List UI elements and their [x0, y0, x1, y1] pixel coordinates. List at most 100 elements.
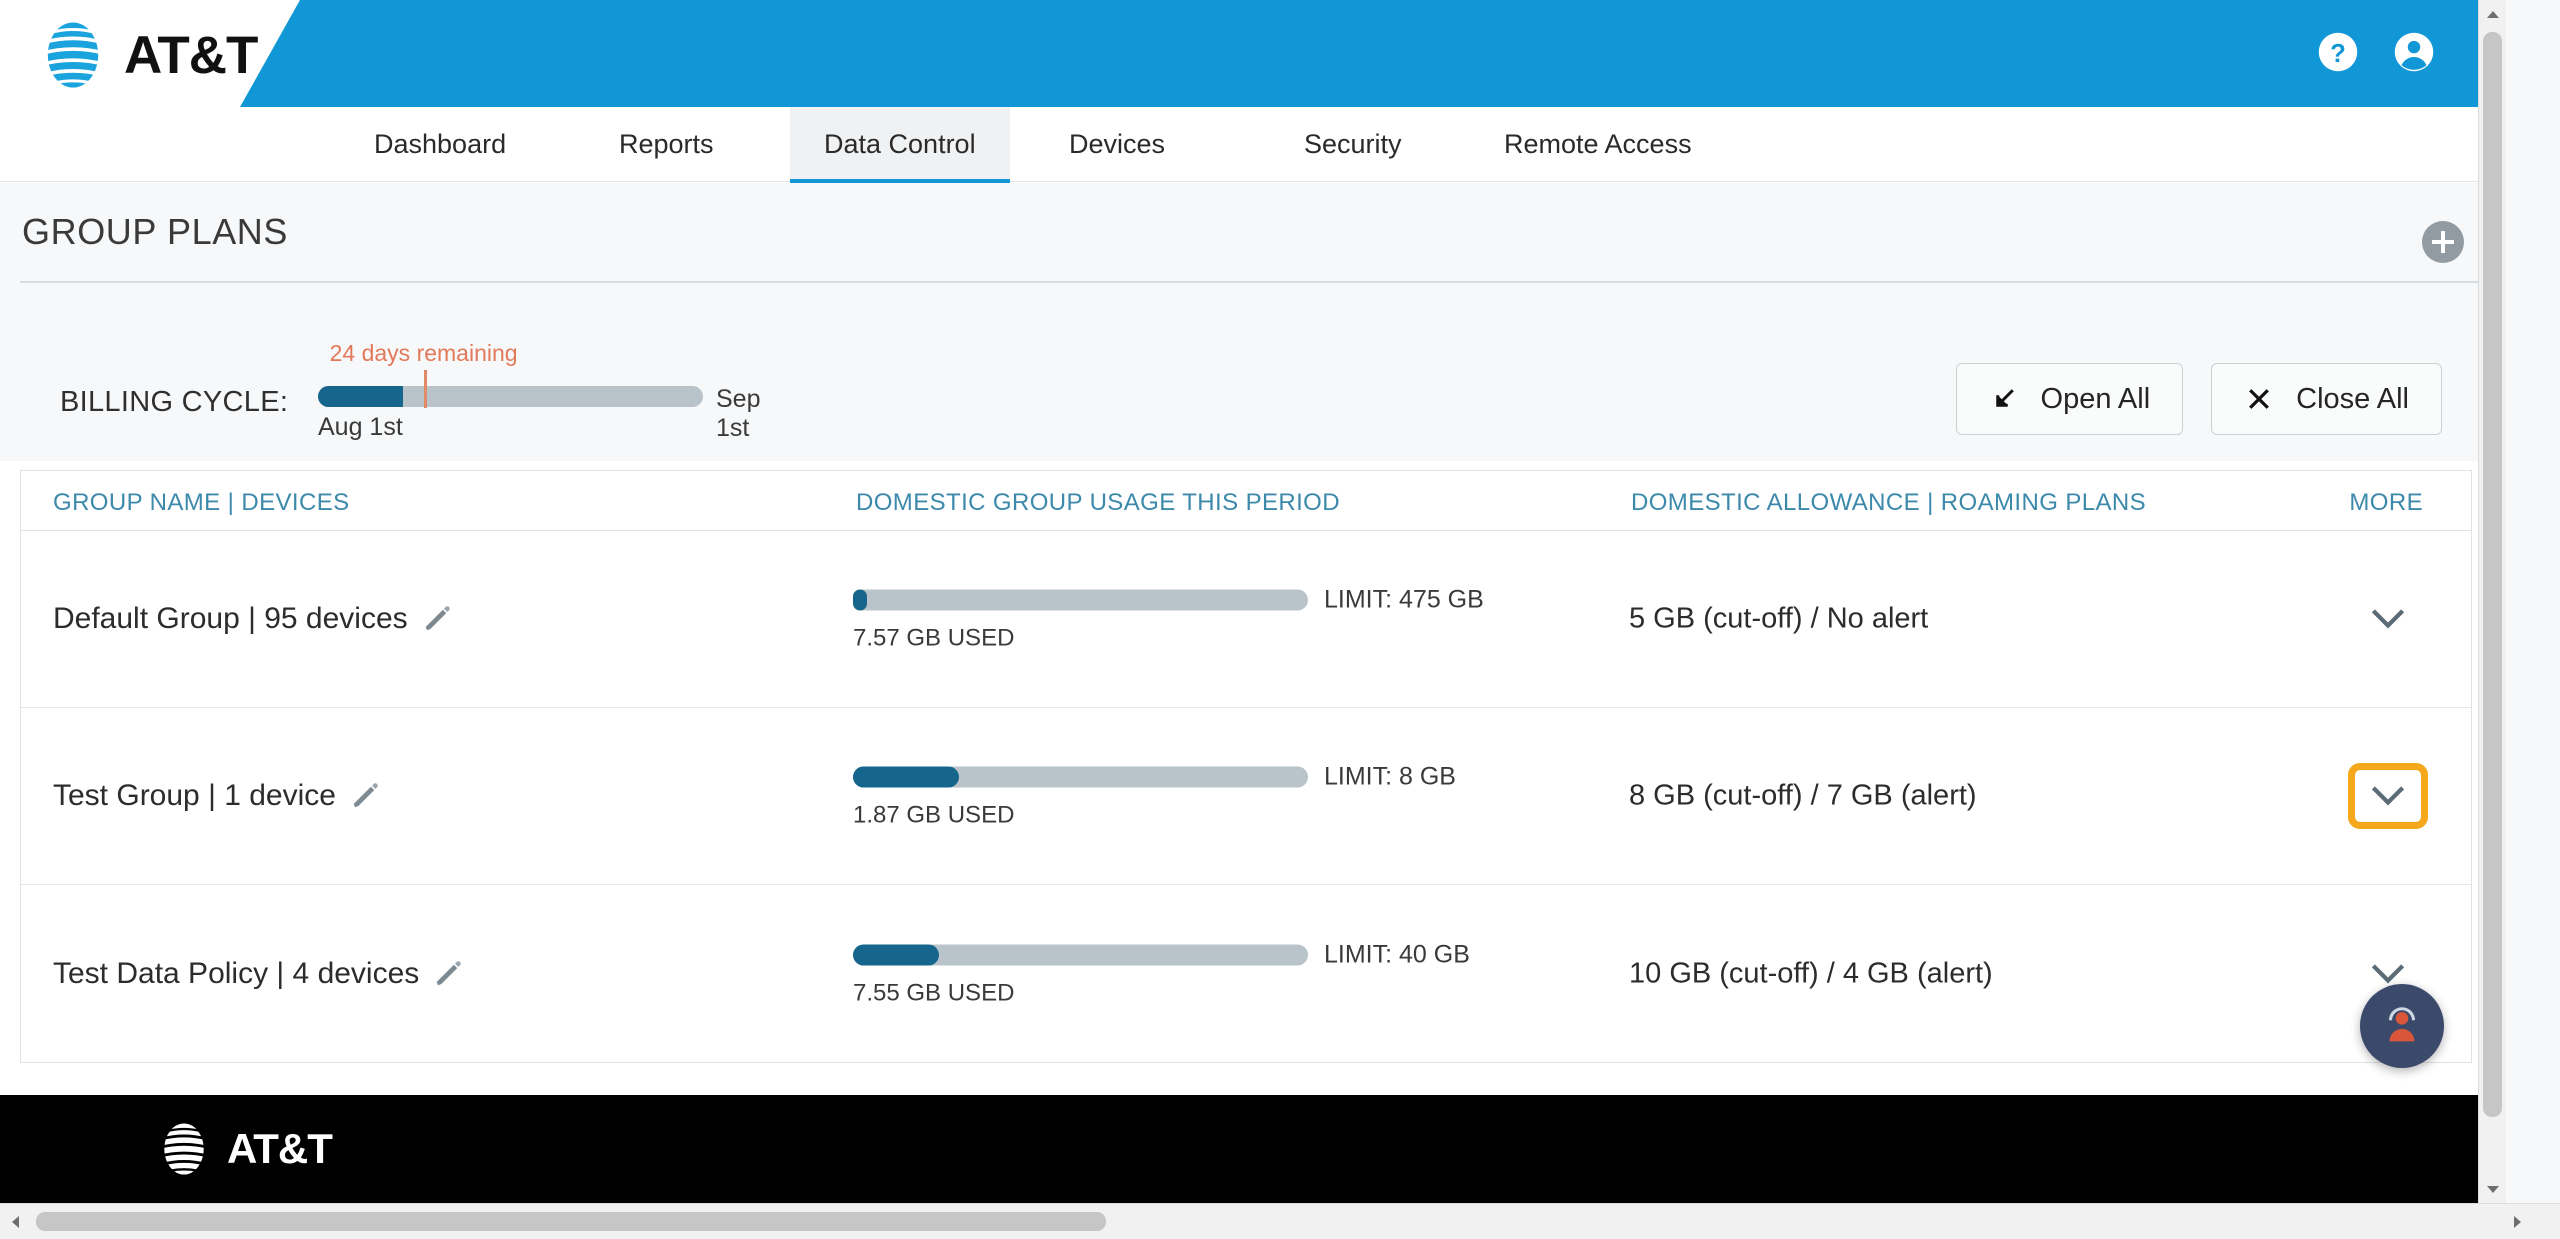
arrow-down-left-icon: [1995, 389, 2014, 407]
vertical-scrollbar-thumb[interactable]: [2483, 32, 2502, 1117]
scroll-right-arrow-icon: [2513, 1215, 2521, 1228]
usage-limit-label: LIMIT: 40 GB: [1324, 940, 1470, 968]
tab-devices[interactable]: Devices: [1035, 107, 1199, 182]
help-circle-icon[interactable]: ?: [2316, 30, 2360, 74]
column-header-group-name: GROUP NAME | DEVICES: [53, 489, 350, 516]
pencil-edit-icon[interactable]: [433, 959, 463, 989]
billing-cycle-progress: 24 days remaining Aug 1st Sep 1st: [318, 340, 798, 453]
tab-remote-access[interactable]: Remote Access: [1470, 107, 1726, 182]
billing-end-date: Sep 1st: [716, 385, 761, 442]
group-plans-table: GROUP NAME | DEVICES DOMESTIC GROUP USAG…: [20, 470, 2472, 1063]
vertical-scrollbar[interactable]: [2478, 0, 2506, 1203]
usage-progress-track: [853, 589, 1308, 611]
open-all-label: Open All: [2040, 382, 2151, 415]
close-all-button[interactable]: Close All: [2211, 363, 2442, 435]
tab-data-control[interactable]: Data Control: [790, 107, 1010, 200]
tab-label: Dashboard: [374, 129, 507, 159]
page-title: GROUP PLANS: [22, 211, 289, 252]
app-header: AT&T ?: [0, 0, 2506, 107]
usage-used-label: 7.57 GB USED: [853, 624, 1015, 652]
scroll-left-arrow-icon: [11, 1215, 19, 1228]
chevron-down-icon: [2371, 609, 2405, 629]
page-footer: AT&T: [0, 1095, 2506, 1203]
row-expand-button[interactable]: [2348, 763, 2428, 829]
tab-dashboard[interactable]: Dashboard: [340, 107, 540, 182]
table-header-row: GROUP NAME | DEVICES DOMESTIC GROUP USAG…: [21, 471, 2471, 531]
usage-limit-label: LIMIT: 8 GB: [1324, 762, 1456, 791]
horizontal-scrollbar-thumb[interactable]: [36, 1212, 1106, 1231]
column-header-allowance: DOMESTIC ALLOWANCE | ROAMING PLANS: [1631, 489, 2147, 516]
svg-text:?: ?: [2330, 40, 2346, 68]
tab-label: Remote Access: [1504, 129, 1692, 159]
header-blue-banner: [240, 0, 2506, 107]
title-divider: [20, 281, 2486, 283]
account-circle-icon[interactable]: [2392, 30, 2436, 74]
usage-cell: LIMIT: 8 GB 1.87 GB USED: [853, 763, 1493, 830]
open-all-button[interactable]: Open All: [1955, 363, 2184, 435]
footer-att-logo: AT&T: [155, 1120, 333, 1178]
att-logo[interactable]: AT&T: [36, 18, 258, 92]
scroll-down-arrow-icon: [2486, 1185, 2499, 1193]
allowance-cell: 5 GB (cut-off) / No alert: [1629, 602, 1929, 635]
app-page: AT&T ? Dashboard Reports Data Control De…: [0, 0, 2506, 1203]
allowance-cell: 10 GB (cut-off) / 4 GB (alert): [1629, 957, 1993, 989]
tab-label: Reports: [619, 129, 714, 159]
group-name-label: Default Group | 95 devices: [53, 602, 408, 635]
usage-used-label: 7.55 GB USED: [853, 979, 1015, 1006]
chevron-down-icon: [2371, 963, 2405, 983]
tab-label: Security: [1304, 129, 1402, 159]
att-globe-icon: [36, 18, 110, 92]
usage-progress-fill: [853, 589, 867, 611]
scroll-left-button[interactable]: [0, 1204, 30, 1239]
table-row: Default Group | 95 devices LIMIT: 475 GB…: [21, 531, 2471, 708]
close-all-label: Close All: [2296, 382, 2409, 415]
att-logo-text: AT&T: [124, 25, 258, 85]
scroll-down-button[interactable]: [2479, 1175, 2506, 1203]
column-header-more: MORE: [2349, 489, 2423, 516]
scroll-right-button[interactable]: [2502, 1204, 2532, 1239]
group-name-cell: Test Group | 1 device: [53, 779, 380, 813]
billing-today-marker: [423, 370, 427, 408]
tab-reports[interactable]: Reports: [585, 107, 748, 182]
scroll-up-arrow-icon: [2486, 10, 2499, 18]
expand-collapse-button-group: Open All Close All: [1955, 363, 2442, 435]
billing-progress-fill: [318, 386, 403, 407]
add-group-plan-button[interactable]: [2422, 221, 2464, 263]
att-globe-icon: [159, 1123, 209, 1175]
usage-progress-fill: [853, 766, 960, 788]
billing-progress-track: [318, 386, 703, 407]
usage-used-label: 1.87 GB USED: [853, 801, 1015, 829]
row-expand-button[interactable]: [2355, 593, 2421, 645]
chevron-down-icon: [2371, 786, 2405, 806]
usage-progress-track: [853, 944, 1308, 965]
support-agent-icon: [2388, 1007, 2416, 1042]
allowance-cell: 8 GB (cut-off) / 7 GB (alert): [1629, 779, 1977, 812]
table-row: Test Data Policy | 4 devices LIMIT: 40 G…: [21, 885, 2471, 1062]
plus-icon: [2441, 231, 2445, 253]
tab-label: Devices: [1069, 129, 1166, 159]
days-remaining-label: 24 days remaining: [329, 340, 518, 366]
close-x-icon: [2249, 389, 2270, 409]
scroll-up-button[interactable]: [2479, 0, 2506, 28]
usage-cell: LIMIT: 40 GB 7.55 GB USED: [853, 940, 1493, 1007]
tab-security[interactable]: Security: [1270, 107, 1436, 182]
billing-start-date: Aug 1st: [318, 413, 403, 441]
browser-viewport: AT&T ? Dashboard Reports Data Control De…: [0, 0, 2560, 1239]
header-icon-group: ?: [2316, 30, 2436, 74]
page-title-bar: GROUP PLANS: [0, 183, 2506, 301]
billing-cycle-label: BILLING CYCLE:: [60, 386, 289, 418]
usage-progress-track: [853, 766, 1308, 788]
group-name-cell: Default Group | 95 devices: [53, 602, 452, 636]
footer-logo-text: AT&T: [227, 1125, 333, 1172]
usage-cell: LIMIT: 475 GB 7.57 GB USED: [853, 586, 1493, 653]
main-navigation: Dashboard Reports Data Control Devices S…: [0, 107, 2506, 200]
pencil-edit-icon[interactable]: [422, 604, 452, 634]
group-name-label: Test Data Policy | 4 devices: [53, 956, 420, 990]
support-chat-button[interactable]: [2360, 984, 2444, 1068]
tab-label: Data Control: [824, 129, 976, 159]
pencil-edit-icon[interactable]: [350, 781, 380, 811]
billing-cycle-section: BILLING CYCLE: 24 days remaining Aug 1st…: [0, 301, 2506, 461]
column-header-usage: DOMESTIC GROUP USAGE THIS PERIOD: [856, 489, 1340, 516]
group-name-label: Test Group | 1 device: [53, 779, 336, 812]
horizontal-scrollbar[interactable]: [0, 1203, 2560, 1239]
